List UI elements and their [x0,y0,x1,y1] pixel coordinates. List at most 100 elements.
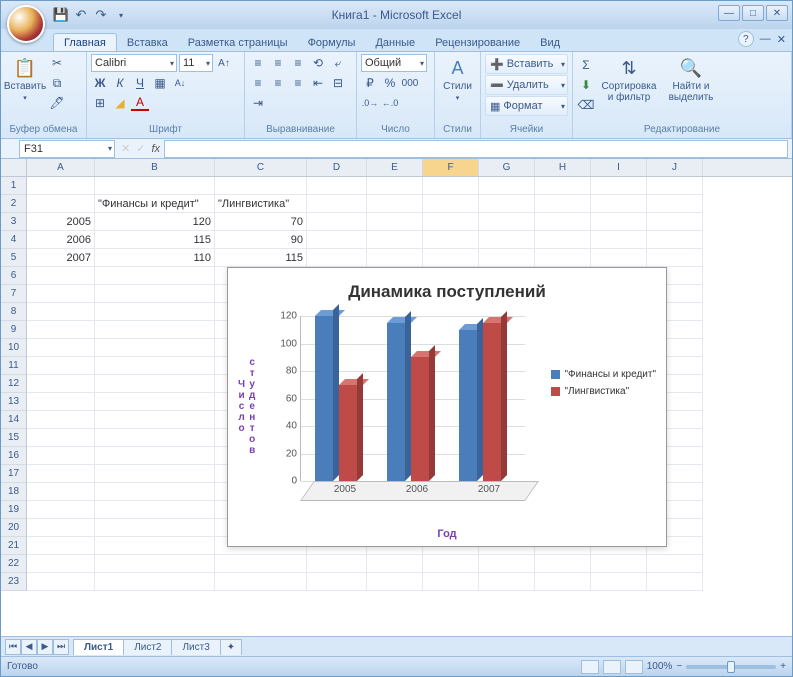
insert-cells-button[interactable]: ➕Вставить [485,54,568,74]
fx-icon[interactable]: fx [151,143,160,155]
row-header[interactable]: 15 [1,429,26,447]
cell[interactable] [423,213,479,231]
cell[interactable] [307,177,367,195]
cell[interactable] [307,213,367,231]
tab-formulas[interactable]: Формулы [298,34,366,51]
cell[interactable] [367,195,423,213]
row-header[interactable]: 9 [1,321,26,339]
cell[interactable]: 90 [215,231,307,249]
font-name-combo[interactable]: Calibri [91,54,177,72]
align-left-icon[interactable]: ≡ [249,74,267,92]
number-format-combo[interactable]: Общий [361,54,427,72]
font-color-icon[interactable]: A [131,96,149,111]
row-header[interactable]: 22 [1,555,26,573]
cell[interactable] [95,483,215,501]
sort-filter-button[interactable]: ⇅ Сортировка и фильтр [598,54,660,105]
cell[interactable] [27,285,95,303]
cell[interactable]: 115 [95,231,215,249]
cell[interactable]: 120 [95,213,215,231]
cell[interactable] [535,213,591,231]
cell[interactable] [307,231,367,249]
cell[interactable] [479,177,535,195]
cell[interactable] [307,555,367,573]
paste-button[interactable]: 📋 Вставить▾ [5,54,45,106]
cell[interactable] [591,555,647,573]
italic-button[interactable]: К [111,74,129,92]
cell[interactable] [215,573,307,591]
styles-button[interactable]: A Стили▾ [439,54,476,106]
office-button[interactable] [7,5,45,43]
row-header[interactable]: 12 [1,375,26,393]
cell[interactable] [27,483,95,501]
cell[interactable] [535,573,591,591]
cancel-formula-icon[interactable]: ✕ [121,142,130,155]
row-header[interactable]: 1 [1,177,26,195]
cell[interactable] [95,303,215,321]
increase-indent-icon[interactable]: ⇥ [249,94,267,112]
cell[interactable] [591,231,647,249]
row-header[interactable]: 19 [1,501,26,519]
cell[interactable] [647,195,703,213]
currency-icon[interactable]: ₽ [361,74,379,92]
row-header[interactable]: 14 [1,411,26,429]
cell[interactable] [95,267,215,285]
cell[interactable] [215,555,307,573]
cell[interactable] [27,375,95,393]
zoom-slider[interactable] [686,665,776,669]
cell[interactable] [479,213,535,231]
cell[interactable] [479,573,535,591]
cut-icon[interactable]: ✂ [48,54,66,72]
cell[interactable] [95,393,215,411]
clear-icon[interactable]: ⌫ [577,96,595,114]
align-top-icon[interactable]: ≡ [249,54,267,72]
ribbon-minimize-button[interactable]: — [760,33,771,45]
cell[interactable] [27,303,95,321]
increase-decimal-icon[interactable]: .0→ [361,94,379,112]
cell[interactable] [367,573,423,591]
cell[interactable] [307,573,367,591]
row-header[interactable]: 6 [1,267,26,285]
name-box[interactable]: F31 [19,140,115,158]
align-middle-icon[interactable]: ≡ [269,54,287,72]
sheet-tab[interactable]: Лист1 [73,639,124,655]
tab-home[interactable]: Главная [53,33,117,51]
cell[interactable] [479,231,535,249]
cell[interactable]: 2006 [27,231,95,249]
cell[interactable] [423,249,479,267]
format-painter-icon[interactable]: 🖊 [48,94,66,112]
row-header[interactable]: 2 [1,195,26,213]
align-center-icon[interactable]: ≡ [269,74,287,92]
delete-cells-button[interactable]: ➖Удалить [485,75,568,95]
cell[interactable] [647,573,703,591]
grow-font-icon[interactable]: A↑ [215,54,233,72]
column-header[interactable]: J [647,159,703,176]
cell[interactable] [95,411,215,429]
cell[interactable] [367,177,423,195]
enter-formula-icon[interactable]: ✓ [136,142,145,155]
cell[interactable] [479,195,535,213]
cell[interactable] [27,393,95,411]
row-header[interactable]: 20 [1,519,26,537]
save-icon[interactable]: 💾 [53,7,69,23]
wrap-text-icon[interactable]: ⤶ [329,54,347,72]
view-layout-button[interactable] [603,660,621,674]
sheet-nav-prev[interactable]: ◀ [21,639,37,655]
border-button[interactable]: ▦ [151,74,169,92]
cell[interactable] [27,555,95,573]
cell[interactable] [591,213,647,231]
cell[interactable]: 2005 [27,213,95,231]
redo-icon[interactable]: ↷ [93,7,109,23]
qat-customize-icon[interactable]: ▾ [113,7,129,23]
cell[interactable]: 110 [95,249,215,267]
sheet-nav-first[interactable]: ⏮ [5,639,21,655]
cell[interactable] [27,501,95,519]
column-header[interactable]: C [215,159,307,176]
cell[interactable] [535,249,591,267]
cell[interactable] [27,537,95,555]
font-size-combo[interactable]: 11 [179,54,213,72]
cell[interactable] [215,177,307,195]
column-header[interactable]: A [27,159,95,176]
fill-color-icon[interactable]: ◢ [111,94,129,112]
zoom-in-button[interactable]: + [780,661,786,672]
bold-button[interactable]: Ж [91,74,109,92]
